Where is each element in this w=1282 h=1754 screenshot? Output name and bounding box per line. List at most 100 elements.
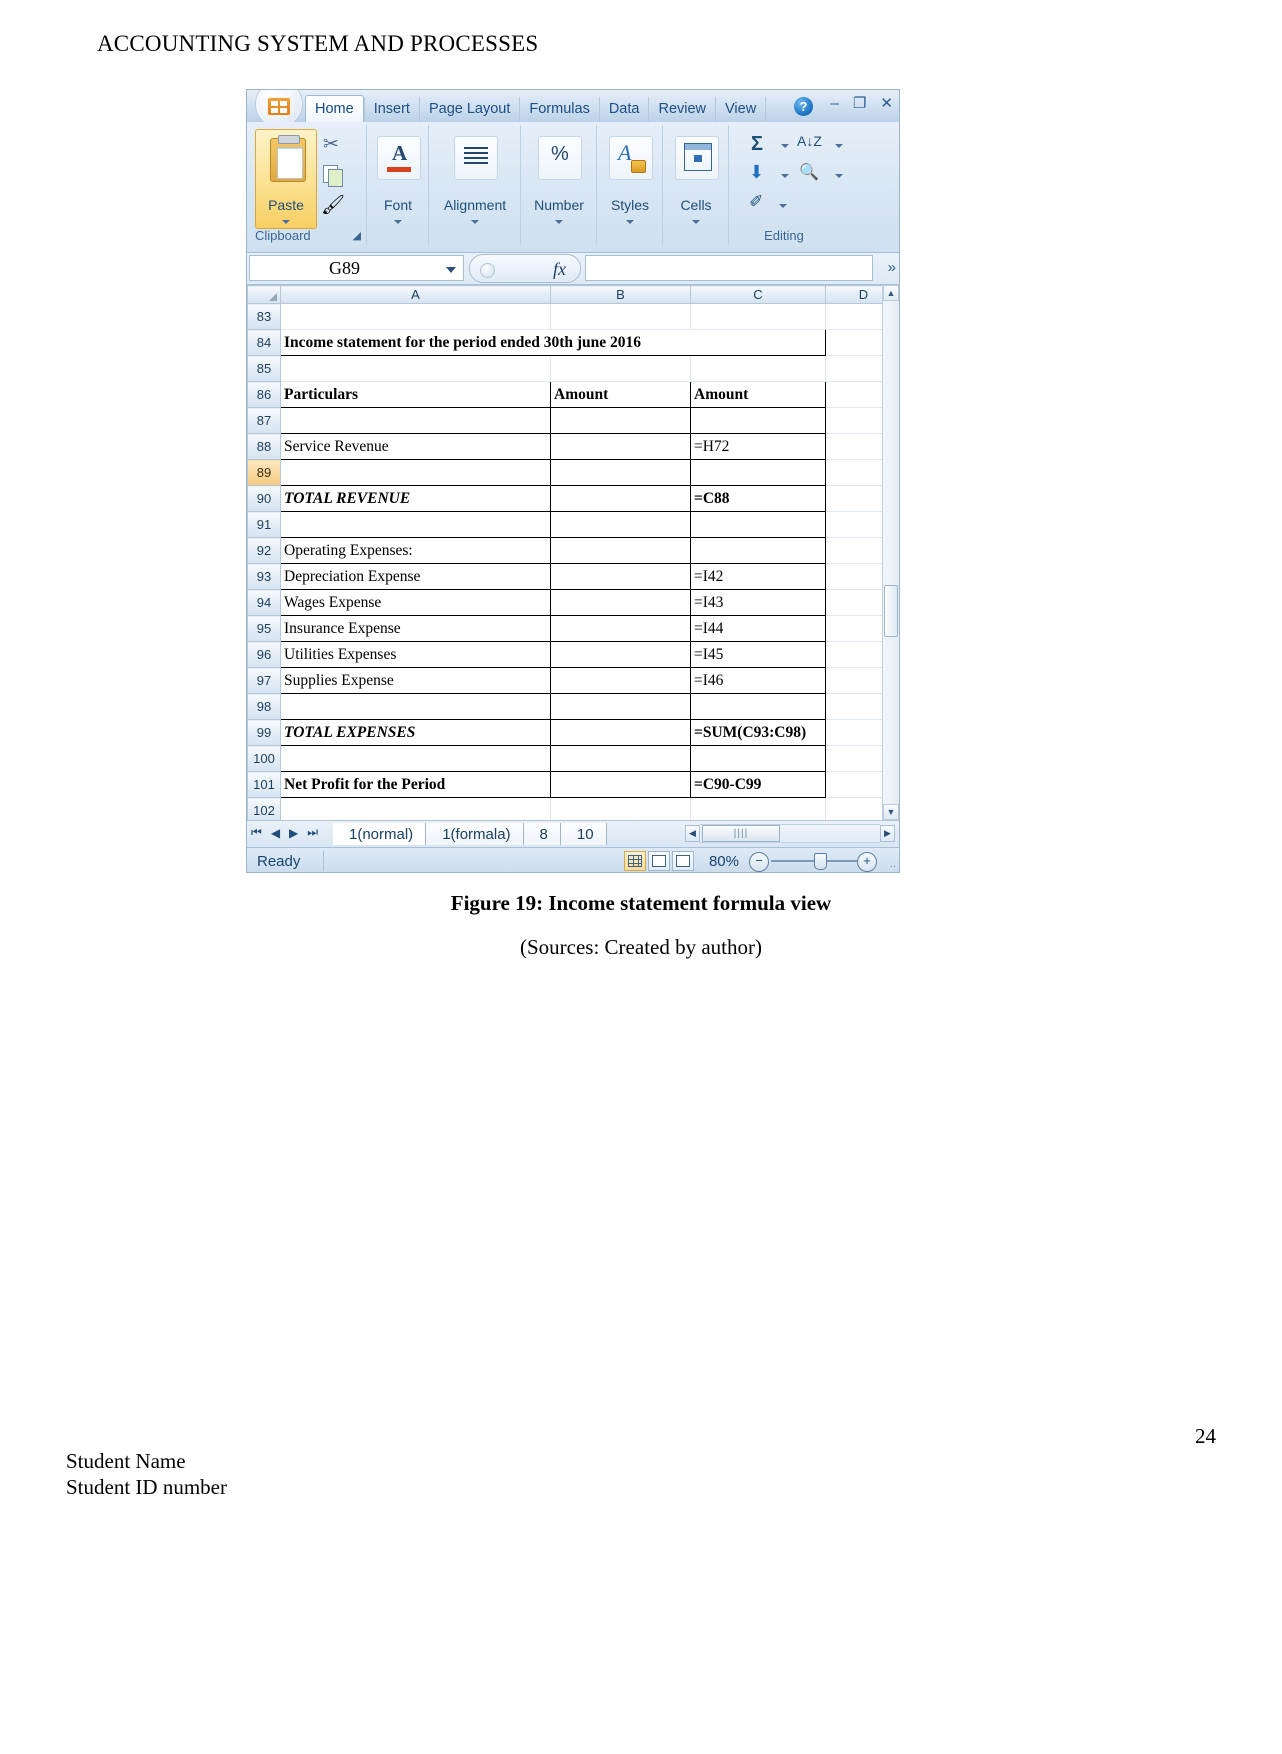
scroll-down-arrow-icon[interactable]: ▼ (883, 804, 899, 820)
sort-filter-caret-icon[interactable] (835, 144, 843, 148)
find-select-icon[interactable]: 🔍 (799, 162, 819, 182)
cell-c90[interactable]: =C88 (690, 485, 826, 512)
cell-b89[interactable] (550, 459, 691, 486)
paste-dropdown-caret-icon[interactable] (282, 220, 290, 224)
cell-b87[interactable] (550, 407, 691, 434)
cell-c92[interactable] (690, 537, 826, 564)
scroll-right-arrow-icon[interactable]: ▶ (880, 825, 895, 842)
cell-a92[interactable]: Operating Expenses: (280, 537, 551, 564)
cell-b96[interactable] (550, 641, 691, 668)
name-box[interactable]: G89 (249, 255, 464, 281)
formula-input[interactable] (585, 255, 873, 281)
row-header-93[interactable]: 93 (247, 563, 281, 590)
row-header-89[interactable]: 89 (247, 459, 281, 486)
format-painter-icon[interactable]: 🖌 (321, 193, 345, 216)
cell-b101[interactable] (550, 771, 691, 798)
cell-a84[interactable]: Income statement for the period ended 30… (280, 329, 826, 356)
previous-sheet-icon[interactable]: ◀ (271, 826, 280, 840)
cell-c95[interactable]: =I44 (690, 615, 826, 642)
cell-c97[interactable]: =I46 (690, 667, 826, 694)
row-header-90[interactable]: 90 (247, 485, 281, 512)
cell-a96[interactable]: Utilities Expenses (280, 641, 551, 668)
alignment-dropdown-caret-icon[interactable] (471, 220, 479, 224)
cell-b95[interactable] (550, 615, 691, 642)
cell-a97[interactable]: Supplies Expense (280, 667, 551, 694)
sheet-tab-8[interactable]: 8 (523, 823, 561, 845)
cell-a93[interactable]: Depreciation Expense (280, 563, 551, 590)
cell-b93[interactable] (550, 563, 691, 590)
cell-c83[interactable] (690, 303, 826, 330)
horizontal-scroll-track[interactable]: |||| (700, 824, 880, 843)
zoom-in-button[interactable]: + (857, 852, 877, 872)
row-header-98[interactable]: 98 (247, 693, 281, 720)
row-header-100[interactable]: 100 (247, 745, 281, 772)
sheet-tab-1-formala[interactable]: 1(formala) (426, 823, 524, 845)
row-header-95[interactable]: 95 (247, 615, 281, 642)
cell-b85[interactable] (550, 355, 691, 382)
cell-c91[interactable] (690, 511, 826, 538)
insert-function-button[interactable]: fx (469, 254, 581, 283)
row-header-85[interactable]: 85 (247, 355, 281, 382)
cell-a87[interactable] (280, 407, 551, 434)
number-dropdown-caret-icon[interactable] (555, 220, 563, 224)
help-icon[interactable]: ? (794, 97, 813, 116)
cell-a100[interactable] (280, 745, 551, 772)
copy-icon[interactable] (323, 163, 345, 187)
horizontal-scrollbar[interactable]: ◀ |||| ▶ (685, 824, 895, 843)
find-select-caret-icon[interactable] (835, 174, 843, 178)
ribbon-tab-data[interactable]: Data (598, 97, 649, 122)
row-header-86[interactable]: 86 (247, 381, 281, 408)
fill-icon[interactable]: ⬇ (749, 162, 764, 183)
styles-button[interactable]: A Styles (599, 129, 661, 229)
page-break-view-icon[interactable] (672, 851, 694, 871)
cell-b97[interactable] (550, 667, 691, 694)
cell-c96[interactable]: =I45 (690, 641, 826, 668)
normal-view-icon[interactable] (624, 851, 646, 871)
cell-c99[interactable]: =SUM(C93:C98) (690, 719, 826, 746)
cell-b100[interactable] (550, 745, 691, 772)
cell-b86[interactable]: Amount (550, 381, 691, 408)
cell-b83[interactable] (550, 303, 691, 330)
cell-a85[interactable] (280, 355, 551, 382)
row-header-84[interactable]: 84 (247, 329, 281, 356)
last-sheet-icon[interactable]: ⏭ (307, 825, 318, 840)
scroll-up-arrow-icon[interactable]: ▲ (883, 285, 899, 301)
close-button[interactable]: ✕ (880, 96, 893, 111)
cell-c85[interactable] (690, 355, 826, 382)
sheet-tab-1-normal[interactable]: 1(normal) (333, 823, 427, 845)
cell-c89[interactable] (690, 459, 826, 486)
ribbon-tab-view[interactable]: View (715, 97, 767, 122)
cell-b98[interactable] (550, 693, 691, 720)
cell-a86[interactable]: Particulars (280, 381, 551, 408)
clear-caret-icon[interactable] (779, 204, 787, 208)
expand-formula-bar-icon[interactable]: » (888, 259, 896, 276)
select-all-corner[interactable] (247, 285, 281, 304)
scroll-left-arrow-icon[interactable]: ◀ (685, 825, 700, 842)
ribbon-tab-home[interactable]: Home (305, 95, 364, 122)
row-header-91[interactable]: 91 (247, 511, 281, 538)
fill-caret-icon[interactable] (781, 174, 789, 178)
styles-dropdown-caret-icon[interactable] (626, 220, 634, 224)
zoom-level[interactable]: 80% (709, 853, 739, 870)
autosum-icon[interactable]: Σ (751, 133, 763, 156)
cell-a99[interactable]: TOTAL EXPENSES (280, 719, 551, 746)
sort-filter-icon[interactable]: A↓Z (797, 133, 822, 149)
cell-c86[interactable]: Amount (690, 381, 826, 408)
minimize-button[interactable]: – (831, 96, 839, 111)
cell-a91[interactable] (280, 511, 551, 538)
vertical-scrollbar[interactable]: ▲ ▼ (882, 285, 899, 820)
name-box-dropdown-icon[interactable] (446, 267, 456, 273)
cell-a95[interactable]: Insurance Expense (280, 615, 551, 642)
cell-c100[interactable] (690, 745, 826, 772)
cell-a98[interactable] (280, 693, 551, 720)
row-header-97[interactable]: 97 (247, 667, 281, 694)
cell-c98[interactable] (690, 693, 826, 720)
cells-dropdown-caret-icon[interactable] (692, 220, 700, 224)
vertical-scroll-thumb[interactable] (884, 585, 898, 637)
cells-button[interactable]: Cells (665, 129, 727, 229)
row-header-101[interactable]: 101 (247, 771, 281, 798)
row-header-92[interactable]: 92 (247, 537, 281, 564)
cell-b99[interactable] (550, 719, 691, 746)
cell-b90[interactable] (550, 485, 691, 512)
restore-button[interactable]: ❐ (853, 96, 866, 111)
